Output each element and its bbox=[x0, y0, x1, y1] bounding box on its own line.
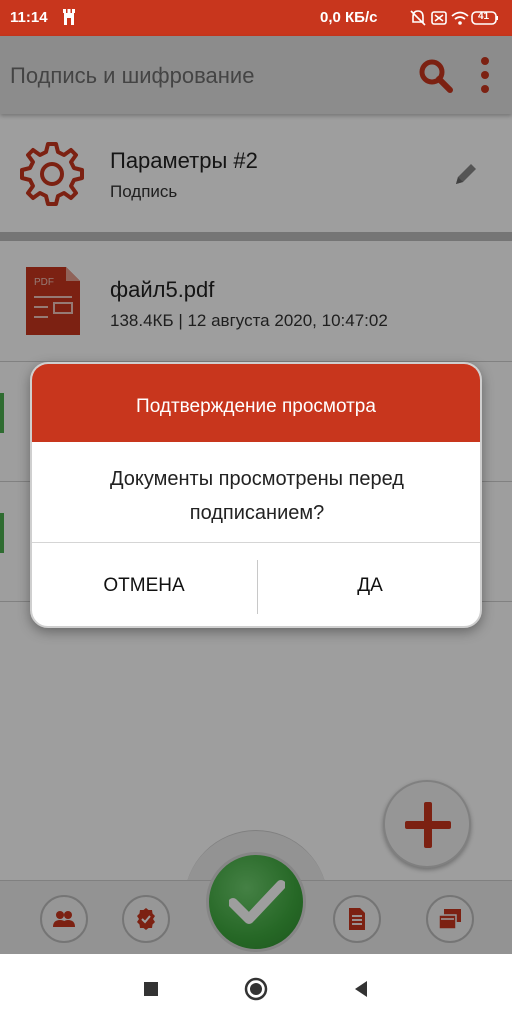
home-icon[interactable] bbox=[243, 976, 269, 1002]
yes-button[interactable]: ДА bbox=[258, 544, 480, 626]
status-time: 11:14 bbox=[10, 9, 48, 26]
recents-icon[interactable] bbox=[138, 976, 164, 1002]
network-speed: 0,0 КБ/с bbox=[320, 9, 378, 26]
tower-icon bbox=[63, 9, 75, 25]
dialog-header: Подтверждение просмотра bbox=[32, 364, 480, 442]
battery-level: 41 bbox=[478, 11, 490, 22]
status-bar: 11:14 0,0 КБ/с 41 bbox=[0, 0, 512, 36]
dialog-title: Подтверждение просмотра bbox=[136, 396, 376, 417]
system-nav-bar bbox=[0, 954, 512, 1024]
sim-off-icon bbox=[431, 11, 447, 25]
cancel-button[interactable]: ОТМЕНА bbox=[32, 544, 256, 626]
bell-off-icon bbox=[410, 10, 426, 26]
dialog-message: Документы просмотрены перед подписанием? bbox=[110, 468, 404, 524]
wifi-icon bbox=[451, 11, 469, 25]
confirm-dialog: Подтверждение просмотра Документы просмо… bbox=[30, 362, 482, 628]
dialog-divider bbox=[32, 542, 480, 543]
back-icon[interactable] bbox=[348, 976, 374, 1002]
